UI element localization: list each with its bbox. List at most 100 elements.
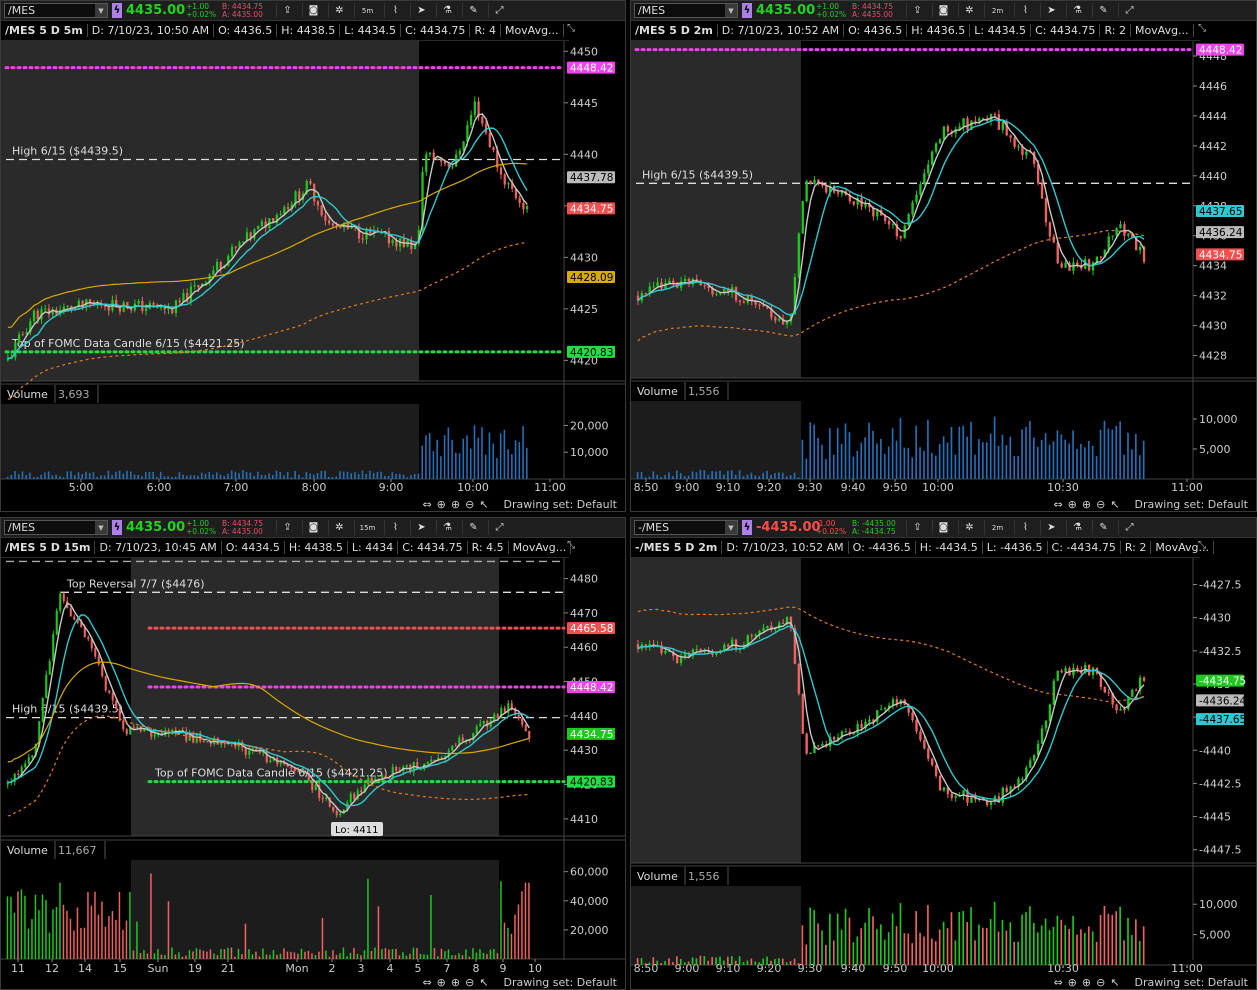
zoom-out-icon[interactable]: ⊖ <box>465 976 474 989</box>
chart-panel-4[interactable]: -/MES ▼ ϟ -4435.00 -1.00 +0.02% B: -4435.0… <box>630 517 1257 990</box>
pointer-icon[interactable]: ↖ <box>1110 976 1119 989</box>
volume-bar <box>1123 940 1125 965</box>
zoom-out-icon[interactable]: ⊖ <box>1096 498 1105 511</box>
time-tick-label: 10:30 <box>1047 962 1079 975</box>
zoom-reset-icon[interactable]: ⊕ <box>437 976 446 989</box>
volume-bar <box>1029 906 1031 965</box>
volume-bar <box>10 896 12 959</box>
volume-bar <box>346 471 349 479</box>
candle-body <box>454 745 457 747</box>
price-tag-label: 4420.83 <box>570 347 613 359</box>
volume-bar <box>80 928 82 959</box>
time-tick-label: 11 <box>11 962 25 975</box>
candle-body <box>860 723 863 729</box>
candle-body <box>425 154 428 172</box>
volume-bar <box>507 927 509 959</box>
chart-panel-3[interactable]: /MES ▼ ϟ 4435.00 +1.00 +0.02% B: 4434.75 A:… <box>0 517 626 990</box>
candle-body <box>876 209 879 217</box>
chart-svg[interactable]: Volume1,55644484446444444424440443844364… <box>631 1 1257 499</box>
candle-body <box>242 241 245 243</box>
volume-bar <box>1056 915 1059 965</box>
zoom-reset-icon[interactable]: ⊕ <box>437 498 446 511</box>
volume-bar <box>738 956 741 965</box>
volume-bar <box>1084 447 1086 479</box>
candle-body <box>1056 670 1059 681</box>
volume-bar <box>766 470 768 479</box>
chart-svg[interactable]: Volume3,69344504445444044354430442544202… <box>1 1 626 499</box>
volume-bar <box>1111 914 1114 965</box>
chart-footer: ⇔ ⊕ ⊕ ⊖ ↖ Drawing set: Default <box>631 497 1256 511</box>
zoom-reset-icon[interactable]: ⊕ <box>1068 498 1077 511</box>
drawing-set-label[interactable]: Drawing set: Default <box>1135 976 1248 989</box>
chart-panel-2[interactable]: /MES ▼ ϟ 4435.00 +1.00 +0.02% B: 4434.75 A:… <box>630 0 1257 512</box>
volume-bar <box>915 911 917 965</box>
candle-body <box>754 634 757 637</box>
candle-body <box>668 280 671 284</box>
volume-bar <box>640 472 643 479</box>
zoom-in-icon[interactable]: ⊕ <box>451 976 460 989</box>
chart-panel-1[interactable]: /MES ▼ ϟ 4435.00 +1.00 +0.02% B: 4434.75 A:… <box>0 0 626 512</box>
chart-svg[interactable]: Volume1,556-4427.5-4430-4432.5-4435-4437… <box>631 518 1257 977</box>
volume-bar <box>797 963 800 965</box>
pan-icon[interactable]: ⇔ <box>422 498 431 511</box>
volume-bar <box>1091 931 1094 965</box>
zoom-in-icon[interactable]: ⊕ <box>451 498 460 511</box>
volume-bar <box>923 450 925 479</box>
pan-icon[interactable]: ⇔ <box>1053 976 1062 989</box>
volume-bar <box>260 474 263 479</box>
zoom-out-icon[interactable]: ⊖ <box>1096 976 1105 989</box>
volume-bar <box>275 470 278 479</box>
volume-bar <box>966 922 968 965</box>
zoom-reset-icon[interactable]: ⊕ <box>1068 976 1077 989</box>
volume-bar <box>891 913 894 965</box>
candle-body <box>122 720 125 730</box>
volume-bar <box>59 476 61 479</box>
volume-bar <box>982 442 984 479</box>
candle-body <box>144 308 148 312</box>
volume-bar <box>727 470 729 479</box>
candle-body <box>257 225 260 230</box>
volume-bar <box>1029 420 1031 479</box>
volume-bar <box>989 919 992 965</box>
drawing-set-label[interactable]: Drawing set: Default <box>504 976 617 989</box>
pointer-icon[interactable]: ↖ <box>1110 498 1119 511</box>
zoom-out-icon[interactable]: ⊖ <box>465 498 474 511</box>
volume-bar <box>69 918 72 959</box>
volume-bar <box>695 472 698 479</box>
price-tag-label: 4434.75 <box>1199 249 1242 261</box>
pan-icon[interactable]: ⇔ <box>422 976 431 989</box>
drawing-set-label[interactable]: Drawing set: Default <box>504 498 617 511</box>
time-tick-label: 9:40 <box>841 481 866 494</box>
candle-body <box>1111 235 1114 237</box>
volume-tick-label: 20,000 <box>570 419 609 432</box>
candle-body <box>391 766 394 778</box>
candle-body <box>652 286 655 288</box>
volume-bar <box>335 954 338 959</box>
volume-bar <box>324 470 326 479</box>
candle-body <box>473 101 476 115</box>
volume-bar <box>801 925 804 965</box>
pointer-icon[interactable]: ↖ <box>479 498 488 511</box>
candle-body <box>1131 689 1134 697</box>
pointer-icon[interactable]: ↖ <box>479 976 488 989</box>
volume-bar <box>90 905 93 959</box>
candle-body <box>219 261 222 269</box>
volume-bar <box>817 923 819 965</box>
zoom-in-icon[interactable]: ⊕ <box>1082 976 1091 989</box>
volume-bar <box>836 428 839 479</box>
volume-label: Volume <box>637 385 678 398</box>
volume-bar <box>152 471 155 479</box>
volume-bar <box>793 958 796 965</box>
volume-bar <box>430 894 432 959</box>
candle-body <box>927 164 930 174</box>
volume-bar <box>1111 429 1114 479</box>
chart-footer: ⇔ ⊕ ⊕ ⊖ ↖ Drawing set: Default <box>631 975 1256 989</box>
zoom-in-icon[interactable]: ⊕ <box>1082 498 1091 511</box>
pan-icon[interactable]: ⇔ <box>1053 498 1062 511</box>
volume-bar <box>40 474 42 479</box>
volume-bar <box>648 476 651 479</box>
chart-svg[interactable]: Volume11,6674480447044604450444044304420… <box>1 518 626 977</box>
price-tick-label: 4430 <box>570 251 598 264</box>
volume-bar <box>500 881 502 959</box>
drawing-set-label[interactable]: Drawing set: Default <box>1135 498 1248 511</box>
